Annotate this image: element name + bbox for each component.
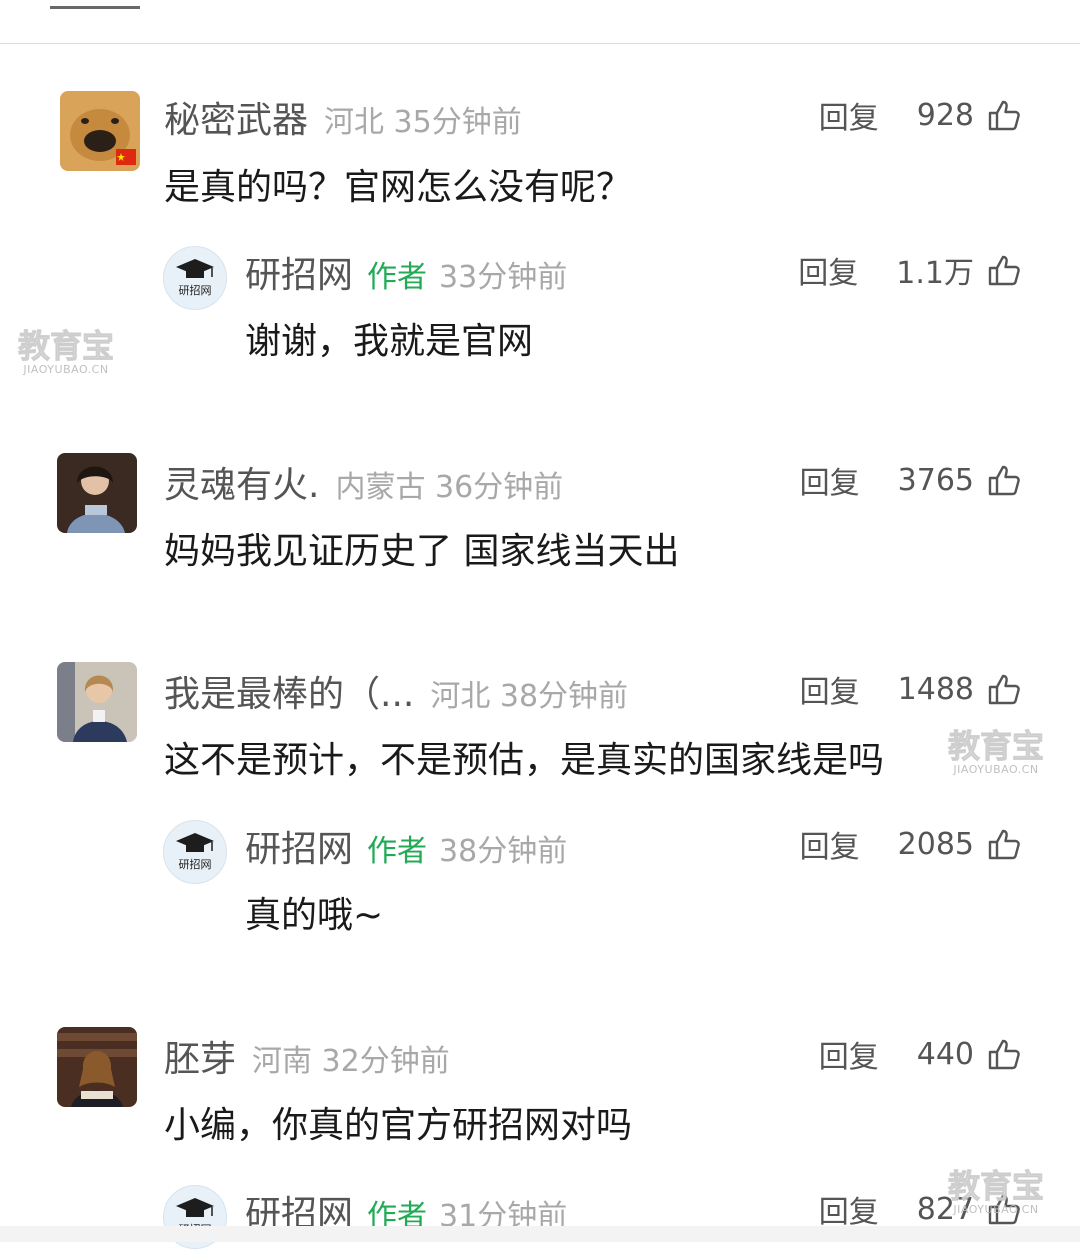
thumbs-up-icon[interactable] [986, 252, 1022, 288]
thumbs-up-icon[interactable] [986, 671, 1022, 707]
comment-meta: 河北 35分钟前 [324, 105, 522, 140]
bottom-edge [0, 1226, 1080, 1242]
comment-meta: 河南 32分钟前 [252, 1044, 450, 1079]
woman-avatar-icon [57, 662, 137, 742]
user-name[interactable]: 我是最棒的（... [164, 665, 414, 717]
dog-avatar-icon [60, 91, 140, 171]
author-tag: 作者 [367, 834, 428, 869]
comment-text: 小编，你真的官方研招网对吗 [164, 1105, 633, 1146]
user-name[interactable]: 秘密武器 [164, 91, 308, 143]
watermark: 教育宝 JIAOYUBAO.CN [947, 1167, 1045, 1216]
reply-meta: 38分钟前 [439, 834, 568, 869]
author-tag: 作者 [367, 260, 428, 295]
comment-text: 是真的吗？官网怎么没有呢？ [164, 167, 633, 208]
reply-text: 谢谢，我就是官网 [245, 321, 534, 362]
thumbs-up-icon[interactable] [986, 462, 1022, 498]
user-avatar[interactable] [57, 453, 137, 533]
user-avatar[interactable] [57, 1027, 137, 1107]
previous-content-fragment [50, 0, 140, 9]
reply-button[interactable]: 回复 [819, 1032, 879, 1076]
reply-button[interactable]: 回复 [798, 248, 858, 292]
graduation-cap-icon: 研招网 [176, 833, 214, 871]
like-count: 1.1万 [896, 256, 974, 291]
like-count: 1488 [897, 671, 974, 707]
svg-text:研招网: 研招网 [179, 283, 212, 297]
user-avatar[interactable] [60, 91, 140, 171]
user-name[interactable]: 灵魂有火. [164, 456, 319, 508]
thumbs-up-icon[interactable] [986, 97, 1022, 133]
comment-text: 妈妈我见证历史了 国家线当天出 [164, 531, 680, 572]
graduation-cap-icon: 研招网 [176, 259, 214, 297]
watermark: 教育宝 JIAOYUBAO.CN [17, 327, 115, 376]
like-count: 2085 [897, 826, 974, 862]
girl-avatar-icon [57, 453, 137, 533]
thumbs-up-icon[interactable] [986, 826, 1022, 862]
reply-button[interactable]: 回复 [819, 93, 879, 137]
reply-button[interactable]: 回复 [819, 1187, 879, 1231]
author-avatar[interactable]: 研招网 [163, 820, 227, 884]
comment-text: 这不是预计，不是预估，是真实的国家线是吗 [164, 740, 885, 781]
watermark: 教育宝 JIAOYUBAO.CN [947, 727, 1045, 776]
author-name[interactable]: 研招网 [245, 820, 353, 872]
like-count: 928 [916, 97, 974, 133]
reply-button[interactable]: 回复 [800, 458, 860, 502]
thumbs-up-icon[interactable] [986, 1036, 1022, 1072]
svg-text:研招网: 研招网 [179, 857, 212, 871]
reader-avatar-icon [57, 1027, 137, 1107]
reply-text: 真的哦~ [245, 895, 384, 936]
comment-meta: 内蒙古 36分钟前 [335, 470, 564, 505]
comment-meta: 河北 38分钟前 [430, 679, 629, 714]
author-name[interactable]: 研招网 [245, 246, 353, 298]
user-avatar[interactable] [57, 662, 137, 742]
reply-button[interactable]: 回复 [800, 822, 860, 866]
reply-button[interactable]: 回复 [800, 667, 860, 711]
reply-meta: 33分钟前 [439, 260, 568, 295]
section-divider [0, 43, 1080, 44]
like-count: 440 [916, 1036, 974, 1072]
user-name[interactable]: 胚芽 [164, 1030, 236, 1082]
like-count: 3765 [897, 462, 974, 498]
author-avatar[interactable]: 研招网 [163, 246, 227, 310]
